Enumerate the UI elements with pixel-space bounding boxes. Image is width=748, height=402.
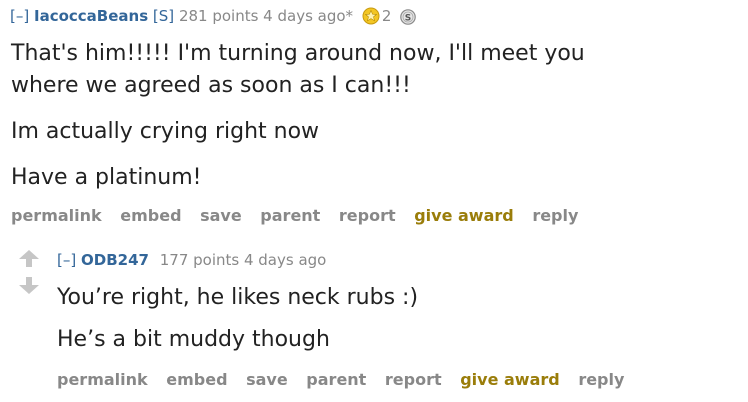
reply-link[interactable]: reply: [578, 370, 624, 389]
author-link[interactable]: ODB247: [81, 251, 149, 269]
downvote-arrow-icon[interactable]: [19, 285, 39, 294]
embed-link[interactable]: embed: [120, 206, 181, 225]
embed-link[interactable]: embed: [166, 370, 227, 389]
award-count: 2: [381, 7, 392, 25]
comment-paragraph: Im actually crying right now: [11, 119, 320, 144]
comment-actions: permalink embed save parent report give …: [11, 206, 591, 225]
comment-actions: permalink embed save parent report give …: [57, 370, 637, 389]
submitter-tag[interactable]: [S]: [153, 7, 174, 25]
report-link[interactable]: report: [339, 206, 396, 225]
parent-link[interactable]: parent: [306, 370, 366, 389]
vote-arrows: [14, 250, 44, 294]
upvote-arrow-stem: [26, 259, 32, 267]
award-medal-icon[interactable]: [362, 7, 380, 30]
comment-paragraph: You’re right, he likes neck rubs :): [57, 285, 419, 310]
report-link[interactable]: report: [385, 370, 442, 389]
author-link[interactable]: IacoccaBeans: [34, 7, 148, 25]
score-and-time: 177 points 4 days ago: [159, 251, 327, 269]
give-award-link[interactable]: give award: [460, 370, 560, 389]
comment-paragraph: Have a platinum!: [11, 165, 202, 190]
comment-tagline: [–] IacoccaBeans [S] 281 points 4 days a…: [10, 6, 416, 30]
collapse-toggle[interactable]: [–]: [57, 251, 76, 269]
permalink-link[interactable]: permalink: [11, 206, 102, 225]
permalink-link[interactable]: permalink: [57, 370, 148, 389]
upvote-arrow-icon[interactable]: [19, 250, 39, 259]
score-and-time: 281 points 4 days ago*: [178, 7, 354, 25]
save-link[interactable]: save: [200, 206, 242, 225]
comment-paragraph: He’s a bit muddy though: [57, 327, 330, 352]
comment-tagline: [–] ODB247 177 points 4 days ago: [57, 250, 326, 270]
silver-coin-icon[interactable]: S: [400, 9, 416, 30]
comment-paragraph: That's him!!!!! I'm turning around now, …: [11, 41, 585, 66]
save-link[interactable]: save: [246, 370, 288, 389]
comment-paragraph: where we agreed as soon as I can!!!: [11, 73, 411, 98]
reply-link[interactable]: reply: [532, 206, 578, 225]
parent-link[interactable]: parent: [260, 206, 320, 225]
downvote-arrow-stem: [26, 277, 32, 285]
give-award-link[interactable]: give award: [414, 206, 514, 225]
collapse-toggle[interactable]: [–]: [10, 7, 29, 25]
svg-text:S: S: [405, 14, 411, 24]
